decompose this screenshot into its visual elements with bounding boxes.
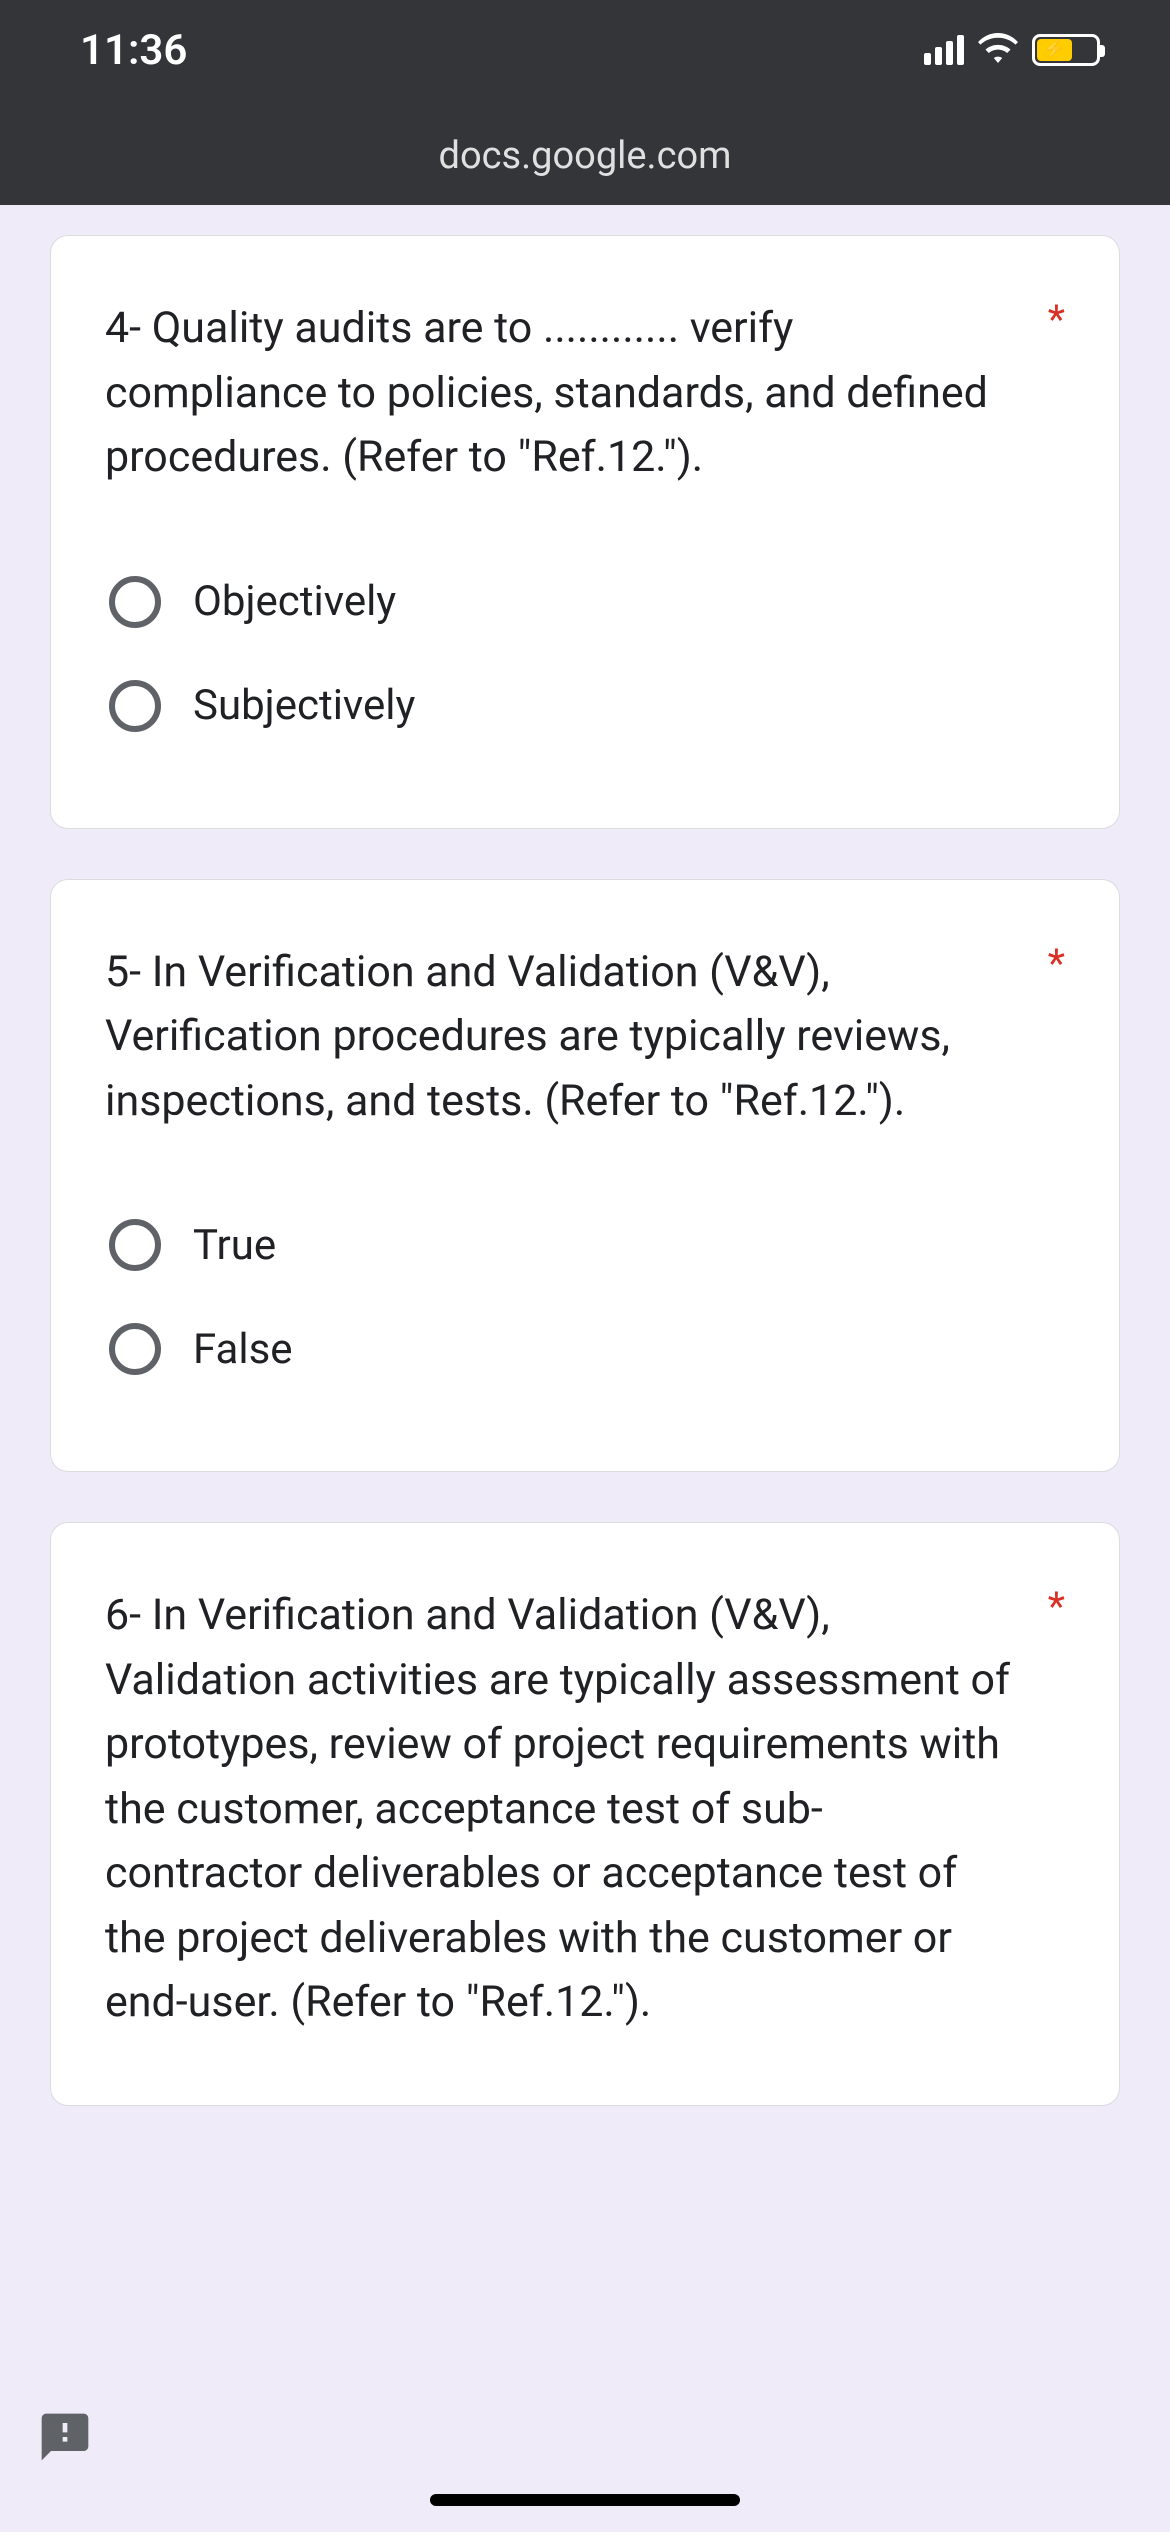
question-options: True False	[105, 1193, 1065, 1401]
option-label: False	[193, 1325, 293, 1374]
radio-option-subjectively[interactable]: Subjectively	[109, 654, 1065, 758]
required-asterisk-icon: *	[1048, 1583, 1065, 1630]
question-text: 5- In Verification and Validation (V&V),…	[105, 940, 1048, 1134]
status-time: 11:36	[80, 26, 187, 75]
question-header: 6- In Verification and Validation (V&V),…	[105, 1583, 1065, 2035]
option-label: Subjectively	[193, 681, 415, 730]
radio-option-false[interactable]: False	[109, 1297, 1065, 1401]
required-asterisk-icon: *	[1048, 940, 1065, 987]
question-card-5: 5- In Verification and Validation (V&V),…	[50, 879, 1120, 1473]
radio-unchecked-icon	[109, 1219, 161, 1271]
radio-option-true[interactable]: True	[109, 1193, 1065, 1297]
feedback-button[interactable]	[30, 2402, 100, 2472]
wifi-icon	[978, 32, 1018, 68]
required-asterisk-icon: *	[1048, 296, 1065, 343]
radio-unchecked-icon	[109, 680, 161, 732]
status-bar: 11:36 ⚡	[0, 0, 1170, 130]
url-domain: docs.google.com	[439, 134, 732, 178]
battery-charging-icon: ⚡	[1032, 34, 1100, 66]
radio-unchecked-icon	[109, 1323, 161, 1375]
option-label: Objectively	[193, 577, 396, 626]
question-header: 4- Quality audits are to ............ ve…	[105, 296, 1065, 490]
form-content: 4- Quality audits are to ............ ve…	[0, 205, 1170, 2106]
cellular-signal-icon	[924, 35, 964, 65]
home-indicator[interactable]	[430, 2494, 740, 2506]
question-card-4: 4- Quality audits are to ............ ve…	[50, 235, 1120, 829]
status-icons: ⚡	[924, 32, 1100, 68]
question-card-6: 6- In Verification and Validation (V&V),…	[50, 1522, 1120, 2106]
browser-url-bar[interactable]: docs.google.com	[0, 130, 1170, 205]
question-text: 6- In Verification and Validation (V&V),…	[105, 1583, 1048, 2035]
option-label: True	[193, 1221, 276, 1270]
question-header: 5- In Verification and Validation (V&V),…	[105, 940, 1065, 1134]
radio-option-objectively[interactable]: Objectively	[109, 550, 1065, 654]
question-options: Objectively Subjectively	[105, 550, 1065, 758]
question-text: 4- Quality audits are to ............ ve…	[105, 296, 1048, 490]
radio-unchecked-icon	[109, 576, 161, 628]
